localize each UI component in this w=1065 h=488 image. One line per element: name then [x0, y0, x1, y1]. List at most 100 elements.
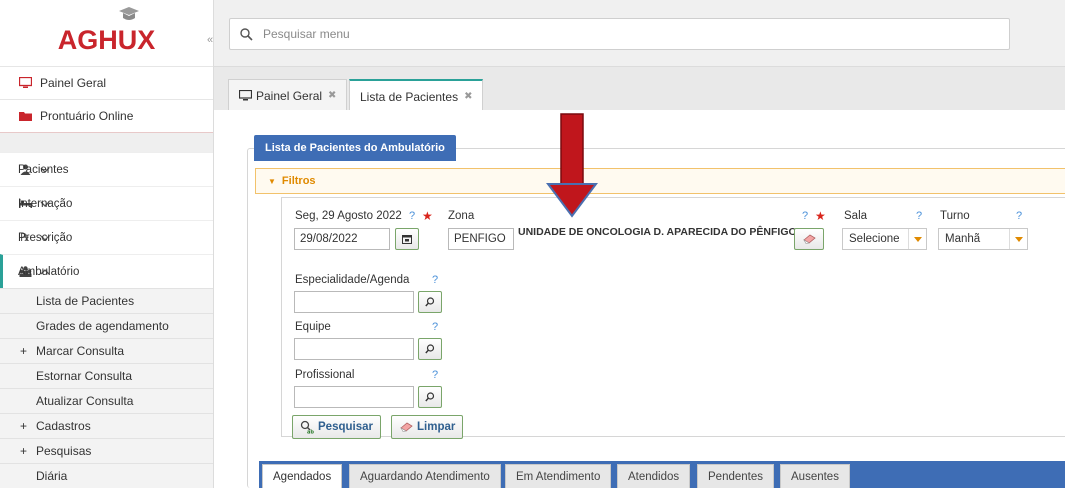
calendar-button[interactable] [395, 228, 419, 250]
expand-marker: + [20, 344, 28, 358]
sidebar: AGHUX « Painel Geral Prontuário Online P… [0, 0, 214, 488]
sala-label: Sala [844, 210, 868, 222]
filters-toggle[interactable]: ▼ Filtros [255, 168, 1065, 194]
clear-zona-button[interactable] [794, 228, 824, 250]
main-content: Lista de Pacientes do Ambulatório ▼ Filt… [214, 110, 1065, 488]
sidebar-subitem-label: Atualizar Consulta [36, 394, 134, 408]
required-icon: ★ [815, 209, 826, 223]
turno-label: Turno [940, 210, 970, 222]
equipe-search-button[interactable] [418, 338, 442, 360]
help-icon[interactable]: ? [409, 210, 415, 222]
sidebar-spacer [0, 132, 213, 152]
tab-strip: Painel Geral ✖ Lista de Pacientes ✖ [214, 66, 1065, 112]
tab-aguardando-atendimento[interactable]: Aguardando Atendimento [349, 464, 501, 488]
help-icon[interactable]: ? [802, 210, 808, 222]
sidebar-subitem-diaria[interactable]: Diária [0, 463, 213, 488]
search-icon [425, 297, 435, 307]
graduation-cap-icon [119, 7, 139, 20]
profissional-field[interactable] [294, 386, 414, 408]
tab-lista-de-pacientes[interactable]: Lista de Pacientes ✖ [349, 79, 484, 112]
help-icon[interactable]: ? [432, 321, 438, 333]
logo-text: AGHUX [57, 24, 156, 55]
pesquisar-label: Pesquisar [318, 421, 373, 433]
tab-label: Lista de Pacientes [360, 89, 459, 104]
sidebar-subitem-label: Marcar Consulta [36, 344, 125, 358]
help-icon[interactable]: ? [1016, 210, 1022, 222]
sidebar-subitem-estornar-consulta[interactable]: Estornar Consulta [0, 363, 213, 388]
tab-atendidos[interactable]: Atendidos [617, 464, 691, 488]
tab-em-atendimento[interactable]: Em Atendimento [505, 464, 612, 488]
sidebar-item-ambulatorio[interactable]: Ambulatório [0, 254, 213, 288]
sidebar-subitem-label: Grades de agendamento [36, 319, 169, 333]
limpar-button[interactable]: Limpar [391, 415, 464, 439]
eraser-icon [399, 422, 413, 432]
help-icon[interactable]: ? [916, 210, 922, 222]
close-icon[interactable]: ✖ [328, 90, 336, 101]
panel-title: Lista de Pacientes do Ambulatório [254, 135, 456, 161]
turno-value: Manhã [945, 233, 981, 245]
date-field[interactable]: 29/08/2022 [294, 228, 390, 250]
sidebar-item-internacao[interactable]: Internação [0, 186, 213, 220]
svg-text:abc: abc [307, 430, 314, 435]
search-abc-icon: abc [300, 420, 314, 434]
sidebar-item-pacientes[interactable]: Pacientes [0, 152, 213, 186]
close-icon[interactable]: ✖ [464, 91, 472, 102]
sidebar-item-prescricao[interactable]: ℞ Prescrição [0, 220, 213, 254]
sidebar-subitem-label: Lista de Pacientes [36, 294, 135, 308]
tab-pendentes[interactable]: Pendentes [697, 464, 774, 488]
caret-down-icon [908, 229, 926, 249]
profissional-label: Profissional [295, 369, 355, 381]
search-icon [240, 27, 253, 41]
folder-icon [18, 111, 32, 122]
sidebar-subitem-cadastros[interactable]: + Cadastros [0, 413, 213, 438]
help-icon[interactable]: ? [432, 274, 438, 286]
sidebar-subitem-lista-de-pacientes[interactable]: Lista de Pacientes [0, 288, 213, 313]
sala-select[interactable]: Selecione [842, 228, 927, 250]
monitor-icon [239, 90, 252, 101]
equipe-label: Equipe [295, 321, 331, 333]
caret-down-icon: ▼ [268, 176, 276, 186]
collapse-sidebar-button[interactable]: « [207, 34, 213, 46]
turno-select[interactable]: Manhã [938, 228, 1028, 250]
especialidade-search-button[interactable] [418, 291, 442, 313]
monitor-icon [18, 77, 32, 89]
help-icon[interactable]: ? [432, 369, 438, 381]
sidebar-item-painel-geral[interactable]: Painel Geral [0, 66, 213, 99]
sidebar-item-label: Pacientes [18, 163, 69, 176]
profissional-search-button[interactable] [418, 386, 442, 408]
sidebar-subitem-label: Cadastros [36, 419, 91, 433]
sidebar-item-label: Prescrição [18, 231, 73, 244]
sidebar-subitem-label: Diária [36, 469, 68, 483]
equipe-field[interactable] [294, 338, 414, 360]
expand-marker: + [20, 419, 28, 433]
results-tab-bar: Agendados Aguardando Atendimento Em Aten… [259, 461, 1065, 488]
especialidade-field[interactable] [294, 291, 414, 313]
search-input[interactable] [261, 26, 961, 42]
tab-agendados[interactable]: Agendados [262, 464, 343, 488]
eraser-icon [803, 234, 816, 244]
zona-code-field[interactable]: PENFIGO [448, 228, 514, 250]
sidebar-item-label: Internação [18, 197, 73, 210]
date-label: Seg, 29 Agosto 2022 [295, 210, 402, 222]
sidebar-subitem-marcar-consulta[interactable]: + Marcar Consulta [0, 338, 213, 363]
sidebar-item-label: Ambulatório [18, 265, 80, 278]
sidebar-subitem-pesquisas[interactable]: + Pesquisas [0, 438, 213, 463]
zona-name: UNIDADE DE ONCOLOGIA D. APARECIDA DO PÊN… [518, 226, 797, 238]
sidebar-item-prontuario-online[interactable]: Prontuário Online [0, 99, 213, 132]
required-icon: ★ [422, 209, 433, 223]
menu-search-bar[interactable] [229, 18, 1010, 50]
tab-painel-geral[interactable]: Painel Geral ✖ [228, 79, 348, 111]
pesquisar-button[interactable]: abc Pesquisar [292, 415, 381, 439]
app-logo[interactable]: AGHUX [0, 0, 213, 66]
search-icon [425, 392, 435, 402]
caret-down-icon [1009, 229, 1027, 249]
annotation-arrow-icon [546, 113, 598, 218]
zona-label: Zona [448, 210, 475, 222]
sidebar-item-label: Painel Geral [40, 76, 107, 90]
sala-value: Selecione [849, 233, 900, 245]
tab-ausentes[interactable]: Ausentes [780, 464, 850, 488]
expand-marker: + [20, 444, 28, 458]
calendar-icon [402, 235, 412, 244]
sidebar-subitem-atualizar-consulta[interactable]: Atualizar Consulta [0, 388, 213, 413]
sidebar-subitem-grades-de-agendamento[interactable]: Grades de agendamento [0, 313, 213, 338]
